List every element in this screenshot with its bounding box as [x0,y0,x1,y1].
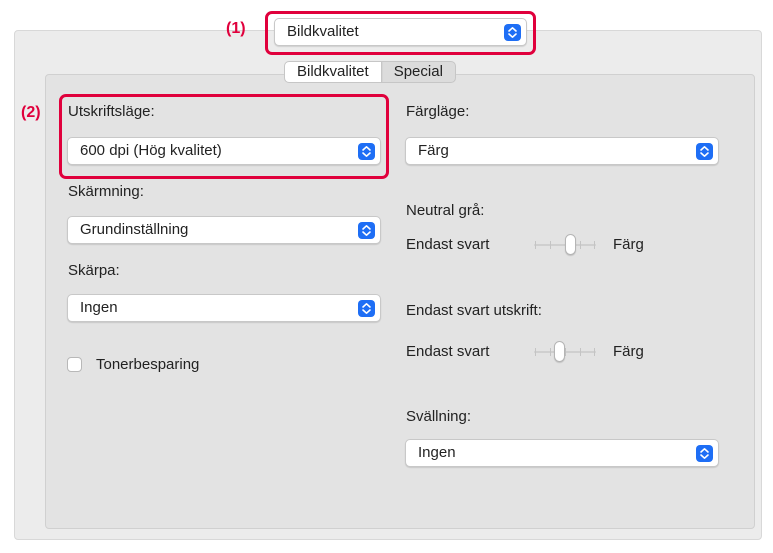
screening-label: Skärmning: [68,183,144,200]
slider-tick [565,348,566,356]
chevron-up-down-icon [358,143,375,160]
black-only-print-slider[interactable] [534,341,596,363]
slider-tick [550,348,551,356]
screening-popup[interactable]: Grundinställning [67,216,381,244]
sharpness-popup[interactable]: Ingen [67,294,381,322]
print-mode-popup[interactable]: 600 dpi (Hög kvalitet) [67,137,381,165]
preset-popup-value: Bildkvalitet [287,23,359,40]
chevron-up-down-icon [696,143,713,160]
color-mode-label: Färgläge: [406,103,470,120]
slider-tick [535,348,536,356]
tab-bar: Bildkvalitet Special [284,61,456,83]
tab-bildkvalitet[interactable]: Bildkvalitet [285,62,382,82]
black-only-print-label: Endast svart utskrift: [406,302,542,319]
toner-save-label: Tonerbesparing [96,356,200,373]
neutral-gray-max-label: Färg [613,236,644,253]
slider-tick [580,241,581,249]
print-mode-label: Utskriftsläge: [68,103,155,120]
slider-tick [594,241,595,249]
callout-label-2: (2) [21,104,41,121]
toner-save-checkbox[interactable] [67,357,82,372]
slider-tick [550,241,551,249]
sharpness-value: Ingen [80,299,118,316]
print-mode-value: 600 dpi (Hög kvalitet) [80,142,222,159]
slider-thumb[interactable] [554,341,565,362]
black-only-print-min-label: Endast svart [406,343,490,360]
black-only-print-max-label: Färg [613,343,644,360]
neutral-gray-label: Neutral grå: [406,202,485,219]
slider-tick [594,348,595,356]
sharpness-label: Skärpa: [68,262,120,279]
slider-tick [535,241,536,249]
tab-special[interactable]: Special [382,62,455,82]
chevron-up-down-icon [358,222,375,239]
slider-tick [580,348,581,356]
callout-label-1: (1) [226,20,246,37]
color-mode-value: Färg [418,142,449,159]
color-mode-popup[interactable]: Färg [405,137,719,165]
chevron-up-down-icon [358,300,375,317]
screening-value: Grundinställning [80,221,189,238]
swelling-value: Ingen [418,444,456,461]
neutral-gray-slider[interactable] [534,234,596,256]
chevron-up-down-icon [504,24,521,41]
swelling-label: Svällning: [406,408,472,425]
slider-thumb[interactable] [565,234,576,255]
neutral-gray-min-label: Endast svart [406,236,490,253]
swelling-popup[interactable]: Ingen [405,439,719,467]
preset-popup[interactable]: Bildkvalitet [274,18,527,46]
chevron-up-down-icon [696,445,713,462]
